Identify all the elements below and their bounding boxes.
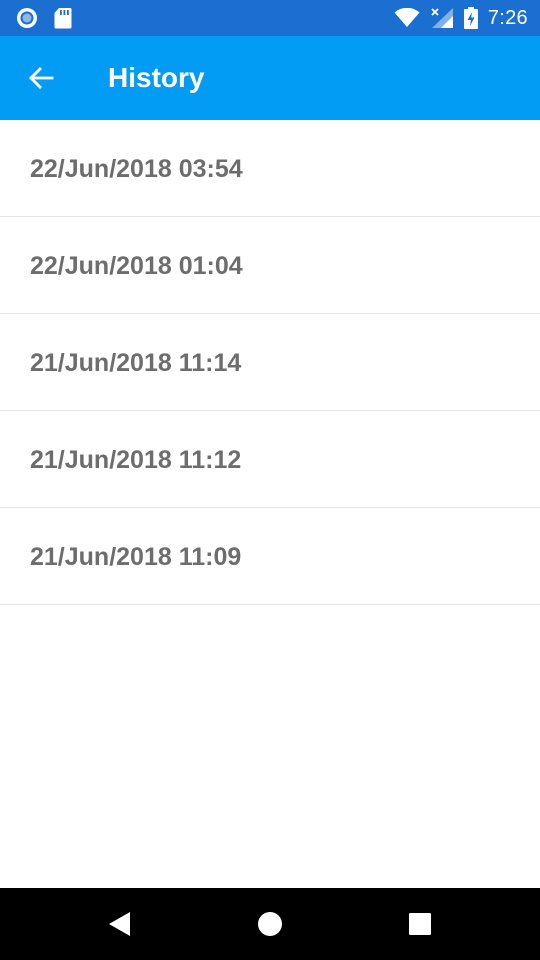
wifi-icon <box>394 8 420 28</box>
history-screen: 7:26 History 22/Jun/2018 03:54 22/Jun/20… <box>0 0 540 960</box>
sd-card-icon <box>54 7 72 29</box>
nav-back-button[interactable] <box>100 904 140 944</box>
navigation-bar <box>0 888 540 960</box>
history-item-label: 22/Jun/2018 01:04 <box>30 252 243 280</box>
status-left-icons <box>16 7 72 29</box>
back-button[interactable] <box>14 56 68 100</box>
nav-home-button[interactable] <box>250 904 290 944</box>
nav-back-icon <box>108 911 132 937</box>
cell-signal-icon <box>430 7 454 29</box>
status-time: 7:26 <box>487 6 528 29</box>
list-item[interactable]: 21/Jun/2018 11:09 <box>0 508 540 605</box>
record-icon <box>16 7 38 29</box>
history-item-label: 22/Jun/2018 03:54 <box>30 155 243 183</box>
nav-home-icon <box>257 911 283 937</box>
history-list: 22/Jun/2018 03:54 22/Jun/2018 01:04 21/J… <box>0 120 540 605</box>
page-title: History <box>108 62 205 93</box>
history-item-label: 21/Jun/2018 11:12 <box>30 446 242 474</box>
status-bar: 7:26 <box>0 0 540 36</box>
arrow-back-icon <box>28 67 54 89</box>
list-item[interactable]: 22/Jun/2018 03:54 <box>0 120 540 217</box>
list-item[interactable]: 22/Jun/2018 01:04 <box>0 217 540 314</box>
history-item-label: 21/Jun/2018 11:09 <box>30 543 242 571</box>
battery-charging-icon <box>463 7 478 29</box>
status-right-icons: 7:26 <box>394 6 528 30</box>
nav-recents-icon <box>408 912 432 936</box>
nav-recents-button[interactable] <box>400 904 440 944</box>
app-bar: History <box>0 36 540 120</box>
history-item-label: 21/Jun/2018 11:14 <box>30 349 242 377</box>
list-item[interactable]: 21/Jun/2018 11:14 <box>0 314 540 411</box>
list-item[interactable]: 21/Jun/2018 11:12 <box>0 411 540 508</box>
